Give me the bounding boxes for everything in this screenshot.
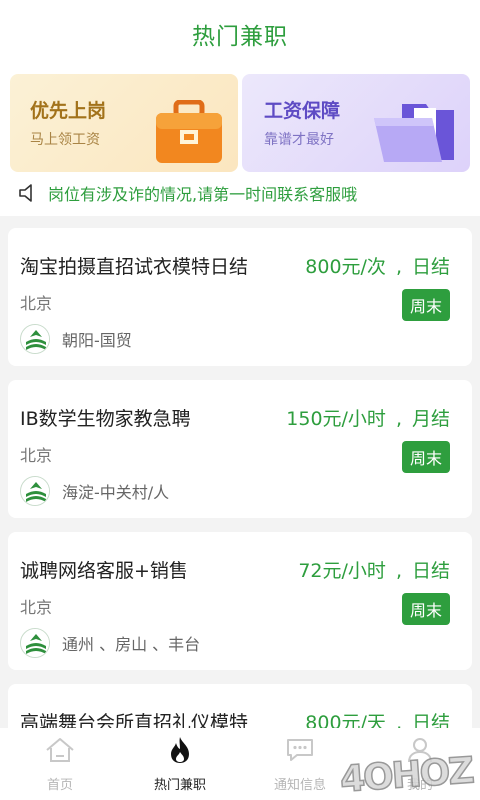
message-icon — [285, 736, 315, 764]
job-city: 北京 — [20, 598, 53, 617]
briefcase-icon — [152, 99, 226, 170]
app-header: 热门兼职 — [0, 0, 480, 68]
job-location: 通州 、房山 、丰台 — [20, 628, 200, 658]
banner-subtitle: 靠谱才最好 — [264, 132, 334, 148]
settle-type: 日结 — [411, 560, 450, 582]
job-tag: 周末 — [402, 593, 450, 625]
notice-bar[interactable]: 岗位有涉及诈的情况,请第一时间联系客服哦 — [10, 178, 470, 208]
banner-priority-job[interactable]: 优先上岗 马上领工资 — [10, 74, 238, 172]
job-tag: 周末 — [402, 441, 450, 473]
job-location: 朝阳-国贸 — [20, 324, 132, 354]
banner-title: 优先上岗 — [30, 100, 107, 122]
pay-amount: 150元/小时 — [286, 408, 386, 430]
job-card[interactable]: IB数学生物家教急聘 150元/小时, 月结 北京 周末 海淀-中关村/人 — [8, 380, 472, 518]
notice-text: 岗位有涉及诈的情况,请第一时间联系客服哦 — [48, 185, 358, 204]
company-logo-icon — [20, 628, 50, 658]
job-pay: 150元/小时, 月结 — [286, 404, 450, 431]
settle-type: 月结 — [411, 408, 450, 430]
job-card[interactable]: 诚聘网络客服+销售 72元/小时, 日结 北京 周末 通州 、房山 、丰台 — [8, 532, 472, 670]
job-title: 淘宝拍摄直招试衣模特日结 — [20, 256, 249, 278]
pay-separator: , — [395, 256, 402, 278]
tab-label: 首页 — [46, 778, 73, 793]
banner-salary-guarantee[interactable]: 工资保障 靠谱才最好 — [242, 74, 470, 172]
location-text: 朝阳-国贸 — [62, 331, 132, 350]
company-logo-icon — [20, 324, 50, 354]
page-title: 热门兼职 — [192, 24, 288, 50]
tab-hot-jobs[interactable]: 热门兼职 — [120, 728, 240, 800]
pay-amount: 800元/次 — [305, 256, 386, 278]
job-city: 北京 — [20, 294, 53, 313]
tab-home[interactable]: 首页 — [0, 728, 120, 800]
location-text: 海淀-中关村/人 — [62, 483, 170, 502]
location-text: 通州 、房山 、丰台 — [62, 635, 201, 654]
home-icon — [44, 736, 76, 764]
speaker-icon — [16, 181, 42, 205]
job-title: IB数学生物家教急聘 — [20, 408, 191, 430]
tab-label: 热门兼职 — [153, 778, 206, 793]
settle-type: 日结 — [411, 256, 450, 278]
job-tag: 周末 — [402, 289, 450, 321]
tab-label: 通知信息 — [273, 778, 326, 793]
folder-icon — [372, 100, 458, 170]
job-pay: 72元/小时, 日结 — [298, 556, 450, 583]
job-city: 北京 — [20, 446, 53, 465]
pay-separator: , — [395, 408, 402, 430]
site-watermark: 4OHOZ — [337, 750, 474, 800]
job-card[interactable]: 淘宝拍摄直招试衣模特日结 800元/次, 日结 北京 周末 朝阳-国贸 — [8, 228, 472, 366]
pay-amount: 72元/小时 — [298, 560, 386, 582]
company-logo-icon — [20, 476, 50, 506]
pay-separator: , — [395, 560, 402, 582]
job-title: 诚聘网络客服+销售 — [20, 560, 188, 582]
flame-icon — [168, 736, 192, 764]
job-pay: 800元/次, 日结 — [305, 252, 450, 279]
job-location: 海淀-中关村/人 — [20, 476, 169, 506]
banner-title: 工资保障 — [264, 100, 341, 122]
banner-subtitle: 马上领工资 — [30, 132, 100, 148]
